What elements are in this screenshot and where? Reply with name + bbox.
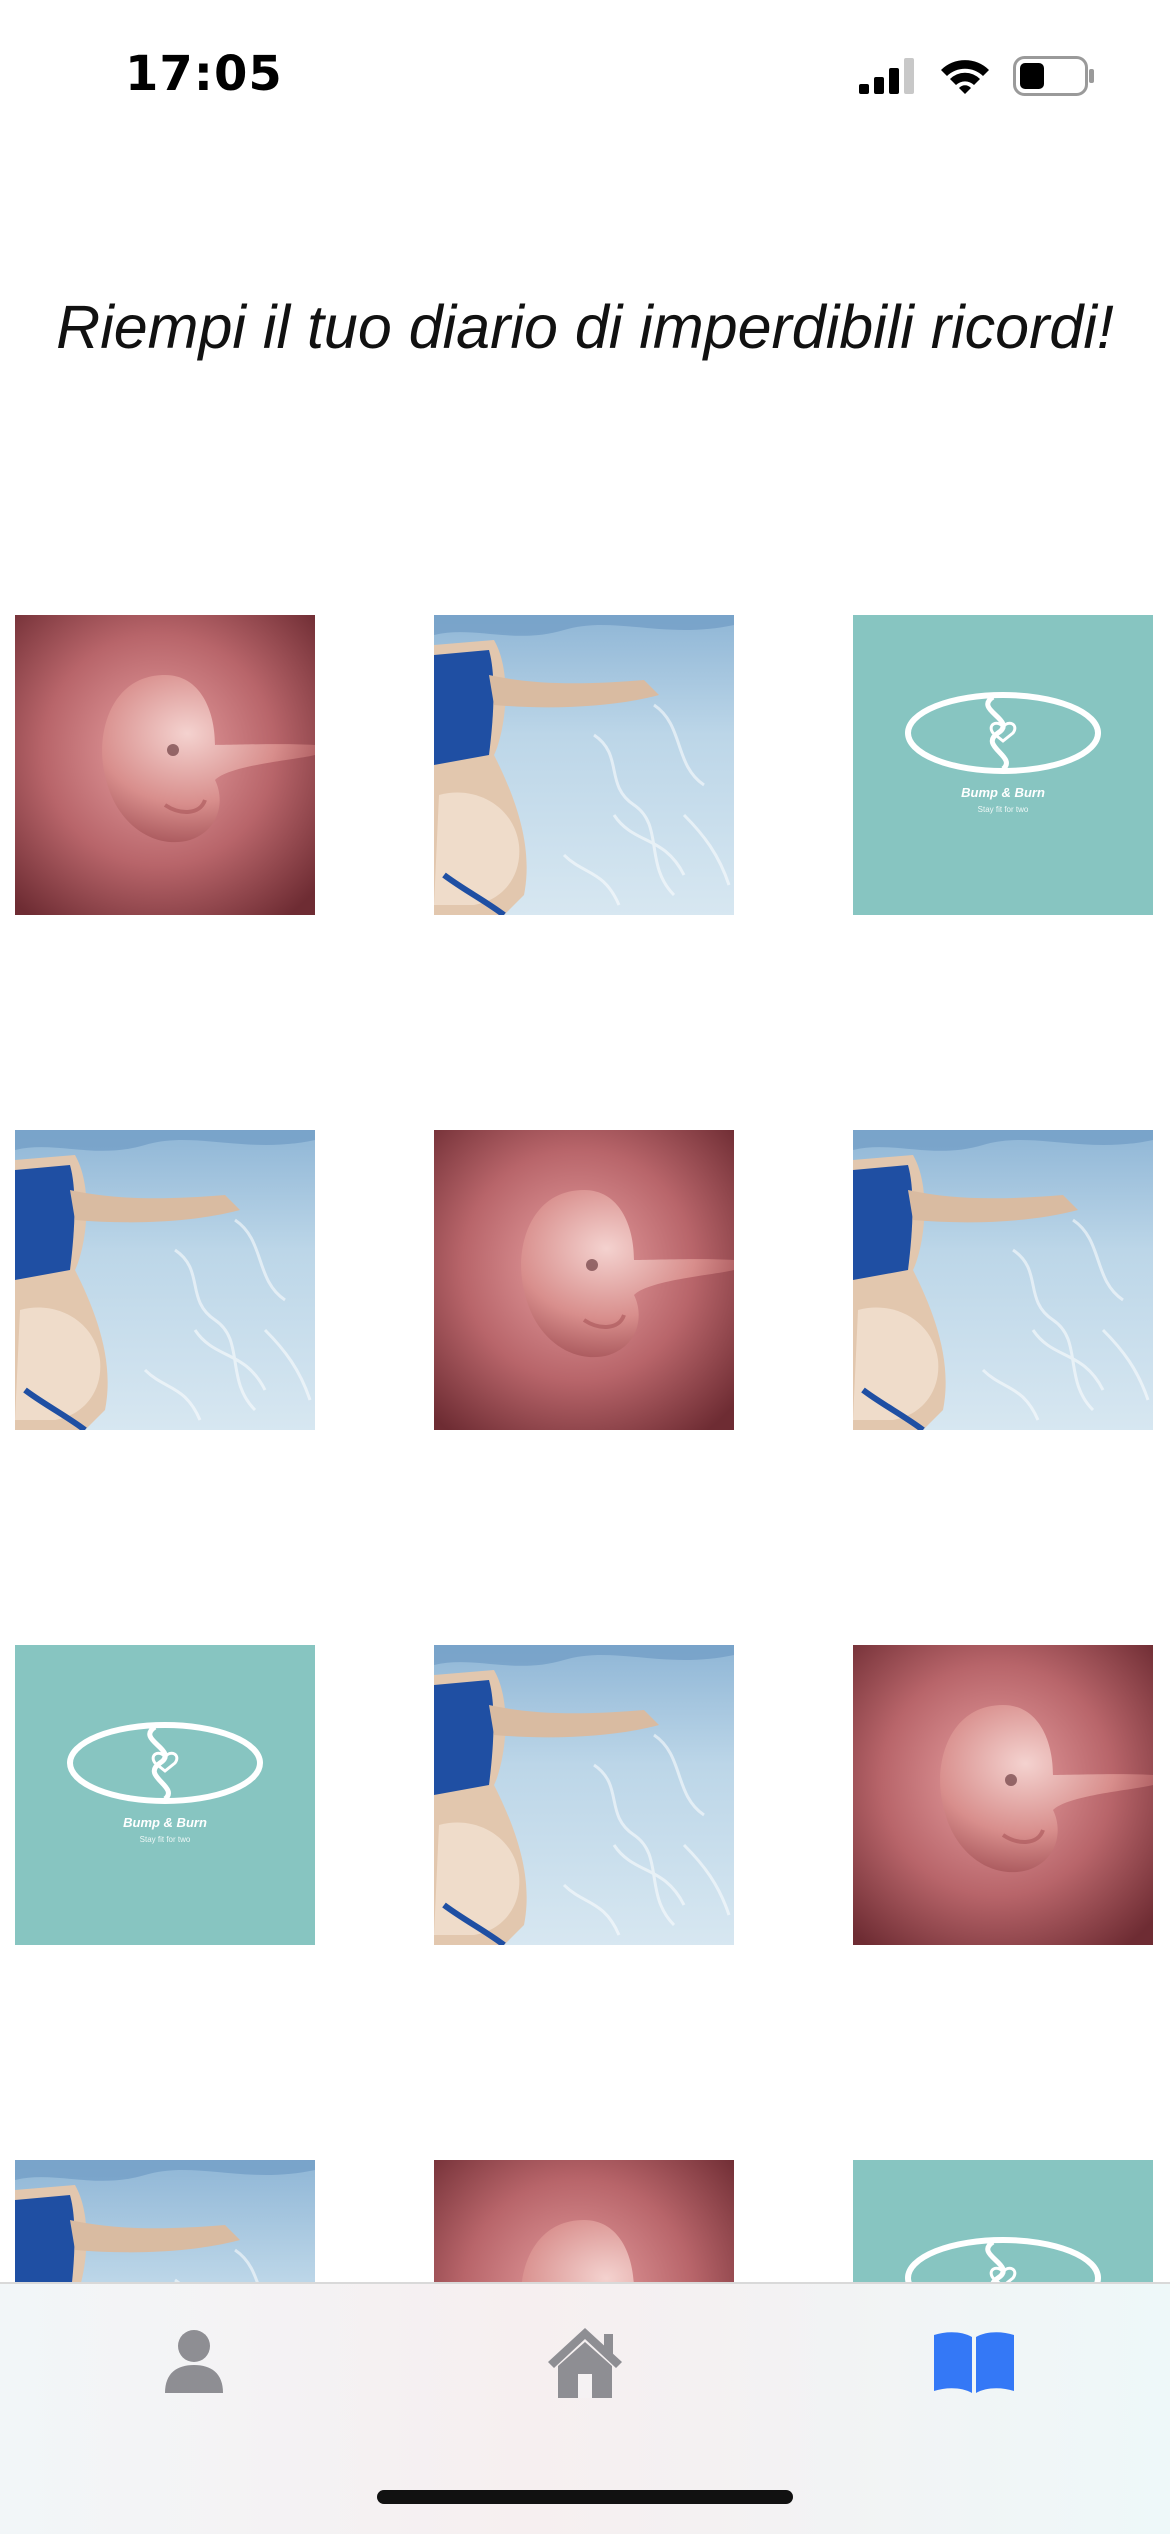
memory-tile-swimmer[interactable] (15, 1130, 315, 1430)
swimmer-image (15, 2160, 315, 2282)
embryo-image (434, 1130, 734, 1430)
tab-bar (0, 2282, 1170, 2534)
svg-text:Stay fit for two: Stay fit for two (978, 805, 1029, 814)
svg-text:Bump & Burn: Bump & Burn (123, 1815, 207, 1830)
svg-text:Bump & Burn: Bump & Burn (961, 785, 1045, 800)
memory-tile-swimmer[interactable] (853, 1130, 1153, 1430)
memory-tile-logo[interactable]: Bump & Burn Stay fit for two (853, 615, 1153, 915)
memory-tile-logo[interactable]: Bump & Burn Stay fit for two (853, 2160, 1153, 2282)
memory-tile-embryo[interactable] (434, 1130, 734, 1430)
memory-tile-swimmer[interactable] (434, 1645, 734, 1945)
swimmer-image (434, 615, 734, 915)
embryo-image (853, 1645, 1153, 1945)
memory-tile-embryo[interactable] (853, 1645, 1153, 1945)
memories-grid: Bump & Burn Stay fit for two Bump & Burn… (0, 0, 1170, 2282)
home-indicator (377, 2490, 793, 2504)
svg-text:Stay fit for two: Stay fit for two (140, 1835, 191, 1844)
book-icon (932, 2329, 1016, 2400)
memory-tile-swimmer[interactable] (434, 615, 734, 915)
logo-image: Bump & Burn Stay fit for two (853, 615, 1153, 915)
memory-tile-embryo[interactable] (15, 615, 315, 915)
tab-home[interactable] (505, 2304, 665, 2424)
tab-profile[interactable] (114, 2304, 274, 2424)
memory-tile-swimmer[interactable] (15, 2160, 315, 2282)
logo-image: Bump & Burn Stay fit for two (853, 2160, 1153, 2282)
swimmer-image (434, 1645, 734, 1945)
memory-tile-embryo[interactable] (434, 2160, 734, 2282)
house-icon (544, 2324, 626, 2405)
person-icon (163, 2329, 225, 2400)
memory-tile-logo[interactable]: Bump & Burn Stay fit for two (15, 1645, 315, 1945)
embryo-image (434, 2160, 734, 2282)
logo-image: Bump & Burn Stay fit for two (15, 1645, 315, 1945)
swimmer-image (853, 1130, 1153, 1430)
embryo-image (15, 615, 315, 915)
swimmer-image (15, 1130, 315, 1430)
tab-diary[interactable] (894, 2304, 1054, 2424)
